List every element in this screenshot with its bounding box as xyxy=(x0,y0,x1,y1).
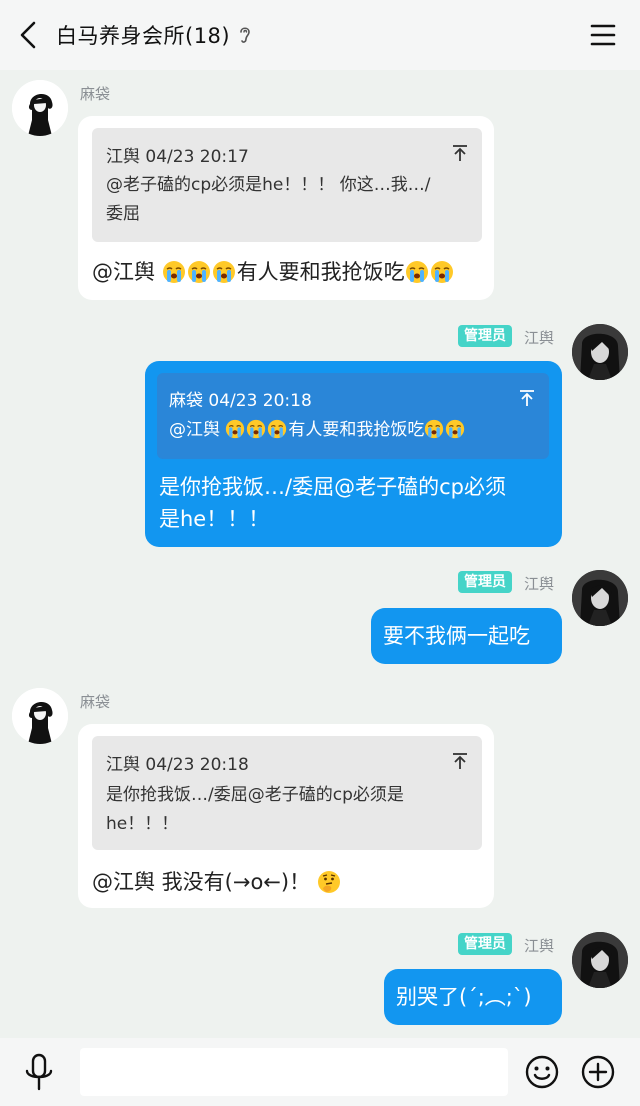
title-area[interactable]: 白马养身会所(18) xyxy=(56,18,252,52)
quote-main-text: 有人要和我抢饭吃 xyxy=(288,420,425,440)
thinking-emoji xyxy=(317,870,342,894)
sender-name: 江舆 xyxy=(524,329,555,347)
crying-emoji xyxy=(187,260,212,284)
quote-header: 江舆 04/23 20:17 xyxy=(106,147,249,167)
crying-emoji xyxy=(430,260,455,284)
message-text: 别哭了(´;︵;`) xyxy=(396,985,532,1009)
ear-icon xyxy=(240,27,250,43)
message-main-text: 有人要和我抢饭吃 xyxy=(236,260,405,284)
crying-emoji xyxy=(445,419,466,440)
quote-line: he！！！ xyxy=(106,814,179,834)
crying-emoji xyxy=(225,419,246,440)
mention-text: @江舆 xyxy=(92,260,162,284)
message-bubble[interactable]: 别哭了(´;︵;`) xyxy=(384,969,562,1025)
crying-emoji xyxy=(267,419,288,440)
quoted-reply[interactable]: 江舆 04/23 20:18 是你抢我饭…/委屈@老子磕的cp必须是 he！！！ xyxy=(92,736,482,850)
crying-emoji xyxy=(212,260,237,284)
avatar[interactable] xyxy=(12,80,68,136)
mention-text: @江舆 xyxy=(169,420,226,440)
crying-emoji xyxy=(405,260,430,284)
message-text: 是你抢我饭…/委屈@老子磕的cp必须 xyxy=(159,475,506,499)
quote-line: 是你抢我饭…/委屈@老子磕的cp必须是 xyxy=(106,785,404,805)
message-input[interactable] xyxy=(80,1048,508,1096)
mic-icon[interactable] xyxy=(22,1052,56,1092)
avatar[interactable] xyxy=(572,932,628,988)
up-arrow-icon[interactable] xyxy=(452,752,468,770)
plus-icon[interactable] xyxy=(580,1054,616,1090)
avatar[interactable] xyxy=(572,570,628,626)
quoted-reply[interactable]: 江舆 04/23 20:17 @老子磕的cp必须是he！！！ 你这…我…/ 委屈 xyxy=(92,128,482,242)
quoted-reply[interactable]: 麻袋 04/23 20:18 @江舆 有人要和我抢饭吃 xyxy=(157,373,549,459)
back-icon[interactable] xyxy=(16,20,42,50)
chat-title: 白马养身会所(18) xyxy=(56,24,231,48)
quote-header: 江舆 04/23 20:18 xyxy=(106,755,249,775)
admin-badge: 管理员 xyxy=(458,933,512,955)
input-bar xyxy=(0,1038,640,1106)
message-main-text: @江舆 我没有(→o←)！ xyxy=(92,870,311,894)
up-arrow-icon[interactable] xyxy=(452,144,468,162)
up-arrow-icon[interactable] xyxy=(519,389,535,407)
message-bubble[interactable]: 麻袋 04/23 20:18 @江舆 有人要和我抢饭吃 是你抢我饭…/委屈@老子… xyxy=(145,361,562,547)
quote-header: 麻袋 04/23 20:18 xyxy=(169,391,312,411)
top-bar: 白马养身会所(18) xyxy=(0,0,640,70)
message-text: @江舆 我没有(→o←)！ xyxy=(92,866,342,898)
message-text: 是he！！！ xyxy=(159,507,270,531)
sender-name: 江舆 xyxy=(524,575,555,593)
chat-list[interactable]: 麻袋 江舆 04/23 20:17 @老子磕的cp必须是he！！！ 你这…我…/… xyxy=(0,70,640,1038)
crying-emoji xyxy=(424,419,445,440)
quote-line: @江舆 有人要和我抢饭吃 xyxy=(169,415,466,445)
crying-emoji xyxy=(162,260,187,284)
message-bubble[interactable]: 江舆 04/23 20:18 是你抢我饭…/委屈@老子磕的cp必须是 he！！！… xyxy=(78,724,494,908)
sender-name: 江舆 xyxy=(524,937,555,955)
message-bubble[interactable]: 要不我俩一起吃 xyxy=(371,608,562,664)
admin-badge: 管理员 xyxy=(458,325,512,347)
quote-line: @老子磕的cp必须是he！！！ 你这…我…/ xyxy=(106,175,431,195)
sender-name: 麻袋 xyxy=(80,85,111,103)
avatar[interactable] xyxy=(12,688,68,744)
quote-line: 委屈 xyxy=(106,204,140,224)
avatar[interactable] xyxy=(572,324,628,380)
message-text: @江舆 有人要和我抢饭吃 xyxy=(92,256,455,288)
sender-name: 麻袋 xyxy=(80,693,111,711)
menu-icon[interactable] xyxy=(590,22,616,48)
crying-emoji xyxy=(246,419,267,440)
admin-badge: 管理员 xyxy=(458,571,512,593)
smile-icon[interactable] xyxy=(524,1054,560,1090)
message-bubble[interactable]: 江舆 04/23 20:17 @老子磕的cp必须是he！！！ 你这…我…/ 委屈… xyxy=(78,116,494,300)
message-text: 要不我俩一起吃 xyxy=(383,624,530,648)
